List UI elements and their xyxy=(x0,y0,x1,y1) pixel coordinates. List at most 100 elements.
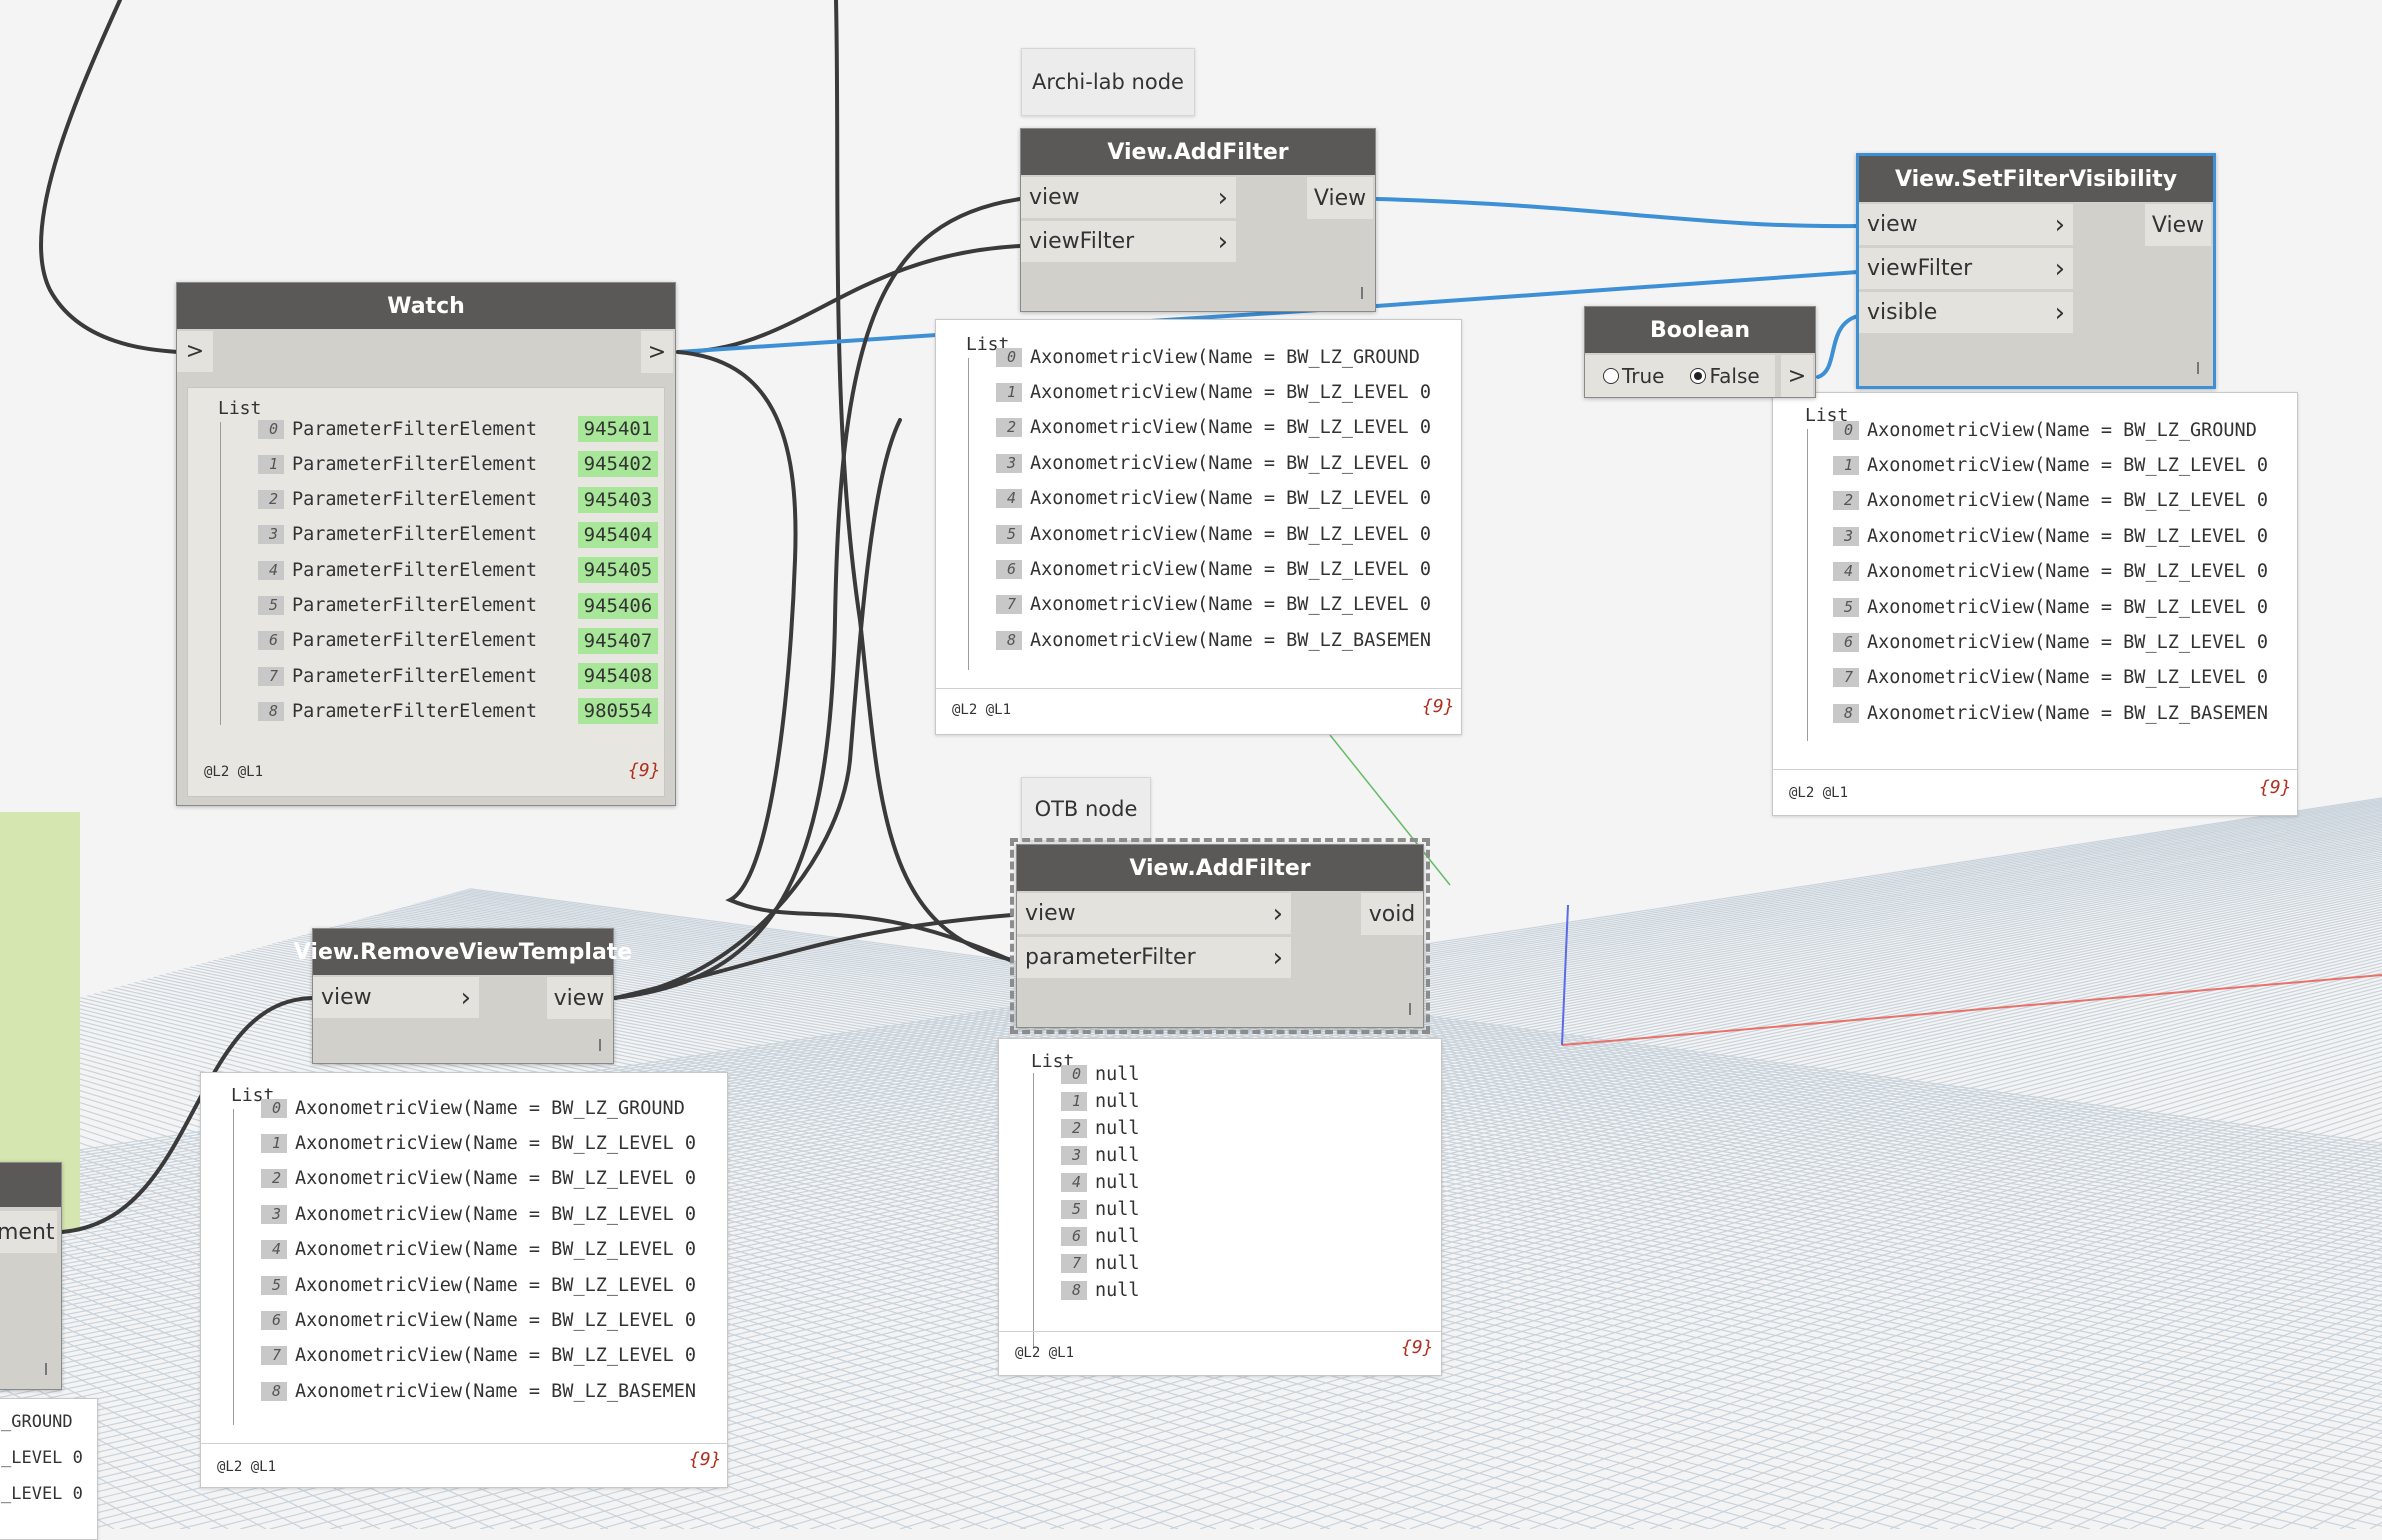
list-index: 0 xyxy=(996,347,1022,367)
otb-preview[interactable]: List 0 null 1 null 2 null 3 null 4 null 5 null 6 null… xyxy=(998,1038,1442,1376)
setfiltervisibility-preview[interactable]: List 0 AxonometricView(Name = BW_LZ_GROUN… xyxy=(1772,392,2298,816)
list-item: 1 AxonometricView(Name = BW_LZ_LEVEL 0 xyxy=(261,1128,725,1158)
radio-true[interactable]: True xyxy=(1603,364,1664,388)
list-index: 7 xyxy=(996,595,1022,615)
chevron-right-icon: › xyxy=(460,982,471,1013)
list-index: 4 xyxy=(1833,562,1859,582)
note-otb[interactable]: OTB node xyxy=(1021,777,1151,841)
port-output-void[interactable]: void xyxy=(1361,893,1423,935)
note-archi-lab[interactable]: Archi-lab node xyxy=(1021,48,1195,116)
list-item: 6 null xyxy=(1061,1222,1421,1252)
port-viewfilter[interactable]: viewFilter › xyxy=(1021,221,1236,263)
list-item-text: AxonometricView(Name = BW_LZ_LEVEL 0 xyxy=(1030,417,1431,439)
port-output-view[interactable]: View xyxy=(1307,177,1373,219)
list-index: 8 xyxy=(1833,703,1859,723)
watch-output-port[interactable]: > xyxy=(641,331,673,373)
list-tree-line xyxy=(220,422,221,725)
resize-grip-icon[interactable] xyxy=(599,1039,601,1051)
list-item: 2 AxonometricView(Name = BW_LZ_LEVEL 0 xyxy=(261,1164,725,1194)
watch-display[interactable]: List 0 ParameterFilterElement 945401 1 Param… xyxy=(187,387,665,797)
port-output-view[interactable]: View xyxy=(2145,204,2211,246)
list-item-text: AxonometricView(Name = BW_LZ_LEVEL 0 xyxy=(1030,523,1431,545)
port-view[interactable]: view › xyxy=(1017,893,1291,935)
list-item-text: AxonometricView(Name = BW_LZ_LEVEL 0 xyxy=(295,1132,696,1154)
list-levels: @L2 @L1 xyxy=(1015,1345,1075,1361)
list-index: 2 xyxy=(261,1169,287,1189)
resize-grip-icon[interactable] xyxy=(45,1363,47,1375)
list-item: 8 ParameterFilterElement xyxy=(258,696,558,726)
preview-divider xyxy=(936,688,1461,689)
list-index: 5 xyxy=(261,1275,287,1295)
resize-grip-icon[interactable] xyxy=(2197,362,2199,374)
list-tree-line xyxy=(233,1109,234,1425)
setfiltervisibility-node[interactable]: View.SetFilterVisibility view › viewFilt… xyxy=(1856,153,2216,389)
partial-output-port[interactable]: ment xyxy=(0,1211,57,1253)
resize-grip-icon[interactable] xyxy=(1361,287,1363,299)
list-levels: @L2 @L1 xyxy=(217,1459,277,1475)
list-index: 8 xyxy=(261,1381,287,1401)
element-id-badge: 945408 xyxy=(578,663,658,690)
list-item-text: AxonometricView(Name = BW_LZ_LEVEL 0 xyxy=(1030,558,1431,580)
list-item: 3 AxonometricView(Name = BW_LZ_LEVEL 0 xyxy=(1833,521,2295,551)
list-count: {9} xyxy=(628,760,661,781)
element-id-badge: 980554 xyxy=(578,698,658,725)
list-item-text: ParameterFilterElement xyxy=(292,700,538,722)
element-id-badge: 945407 xyxy=(578,627,658,654)
partial-node[interactable]: ment xyxy=(0,1162,62,1390)
list-item-text: AxonometricView(Name = BW_LZ_LEVEL 0 xyxy=(1030,452,1431,474)
archilab-addfilter-node[interactable]: View.AddFilter view › viewFilter › View xyxy=(1020,128,1376,312)
list-item-text: null xyxy=(1095,1171,1140,1193)
list-levels: @L2 @L1 xyxy=(1789,785,1849,801)
list-index: 1 xyxy=(261,1133,287,1153)
list-item: 8 AxonometricView(Name = BW_LZ_BASEMEN xyxy=(1833,698,2295,728)
port-view[interactable]: view › xyxy=(1859,204,2073,246)
partial-preview[interactable]: _GROUND _LEVEL 0 _LEVEL 0 xyxy=(0,1398,98,1540)
list-item: 0 ParameterFilterElement xyxy=(258,414,558,444)
preview-divider xyxy=(1773,769,2297,770)
boolean-node[interactable]: Boolean True False > xyxy=(1584,306,1816,398)
watch-node[interactable]: Watch > > List 0 ParameterFilterElement 94… xyxy=(176,282,676,806)
list-item-text: null xyxy=(1095,1226,1140,1248)
list-item-text: AxonometricView(Name = BW_LZ_BASEMEN xyxy=(295,1380,696,1402)
list-count: {9} xyxy=(689,1449,722,1470)
watch-input-port[interactable]: > xyxy=(177,331,213,373)
radio-false[interactable]: False xyxy=(1690,364,1760,388)
node-title: View.SetFilterVisibility xyxy=(1859,156,2213,202)
list-item: 5 AxonometricView(Name = BW_LZ_LEVEL 0 xyxy=(996,519,1458,549)
list-index: 3 xyxy=(996,453,1022,473)
list-item: 3 AxonometricView(Name = BW_LZ_LEVEL 0 xyxy=(996,448,1458,478)
list-index: 0 xyxy=(261,1098,287,1118)
list-item: 6 AxonometricView(Name = BW_LZ_LEVEL 0 xyxy=(996,554,1458,584)
list-index: 7 xyxy=(1833,668,1859,688)
boolean-output-port[interactable]: > xyxy=(1781,355,1813,397)
list-item: _LEVEL 0 xyxy=(1,1448,83,1468)
list-item: 4 ParameterFilterElement xyxy=(258,555,558,585)
list-item: 5 null xyxy=(1061,1195,1421,1225)
removeviewtemplate-node[interactable]: View.RemoveViewTemplate view › view xyxy=(294,928,632,1064)
list-item-text: AxonometricView(Name = BW_LZ_GROUND xyxy=(1030,346,1420,368)
list-item: 3 null xyxy=(1061,1140,1421,1170)
list-count: {9} xyxy=(2259,777,2292,798)
list-item: 4 null xyxy=(1061,1167,1421,1197)
port-view[interactable]: view › xyxy=(313,977,479,1019)
list-index: 4 xyxy=(258,560,284,580)
port-parameterfilter[interactable]: parameterFilter › xyxy=(1017,937,1291,979)
list-index: 5 xyxy=(1833,597,1859,617)
node-title: Boolean xyxy=(1585,307,1815,353)
port-viewfilter[interactable]: viewFilter › xyxy=(1859,248,2073,290)
list-item-text: AxonometricView(Name = BW_LZ_LEVEL 0 xyxy=(1867,667,2268,689)
list-item-text: AxonometricView(Name = BW_LZ_LEVEL 0 xyxy=(295,1203,696,1225)
radio-unchecked-icon xyxy=(1603,368,1619,384)
resize-grip-icon[interactable] xyxy=(1409,1003,1411,1015)
otb-addfilter-node[interactable]: View.AddFilter view › parameterFilter › … xyxy=(1010,838,1430,1034)
list-item: 0 AxonometricView(Name = BW_LZ_GROUND xyxy=(996,342,1458,372)
port-visible[interactable]: visible › xyxy=(1859,292,2073,334)
archilab-preview[interactable]: List 0 AxonometricView(Name = BW_LZ_GROUN… xyxy=(935,319,1462,735)
port-output-view[interactable]: view xyxy=(547,977,611,1019)
port-view[interactable]: view › xyxy=(1021,177,1236,219)
partial-node-header xyxy=(0,1163,61,1207)
list-index: 8 xyxy=(258,701,284,721)
removeviewtemplate-preview[interactable]: List 0 AxonometricView(Name = BW_LZ_GROUN… xyxy=(200,1072,728,1488)
list-item: 0 AxonometricView(Name = BW_LZ_GROUND xyxy=(1833,415,2295,445)
list-tree-line xyxy=(1033,1073,1034,1349)
